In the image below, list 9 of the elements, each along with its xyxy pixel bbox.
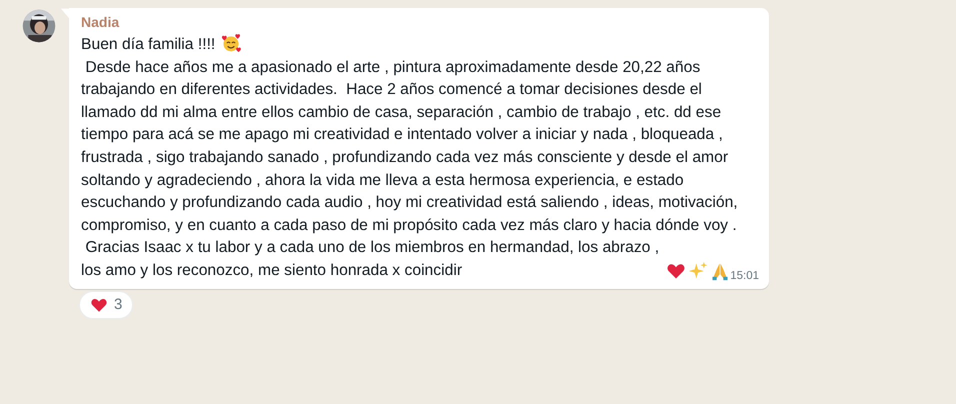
- message-text: Desde hace años me a apasionado el arte , pintura aproximadamente desde 20,22 años trabajando en diferentes actividades. Hace 2 años comencé a tomar decisiones desde el llamado dd mi alma entre ellos cambio de casa, separación , cambio de trabajo , etc. dd ese tiempo para acá se me apago mi creatividad e intentado volver a iniciar y nada , bloqueada , frustrada , sigo trabajando sanado , profundizando cada vez más consciente y desde el amor soltando y agradeciendo , ahora la vida me lleva a esta hermosa experiencia, e estado escuchando y profundizando cada audio , hoy mi creatividad está saliendo , ideas, motivación, compromiso, y en cuanto a cada paso de mi propósito cada vez más claro y hacia dónde voy .: [81, 58, 739, 234]
- smiling-face-icon: [220, 33, 241, 53]
- message-text: Buen día familia !!!!: [81, 36, 216, 53]
- message-text: Gracias Isaac x tu labor y a cada uno de los miembros en hermandad, los abrazo , los amo y los reconozco, me siento honrada x coincidir: [81, 238, 660, 281]
- sparkles-icon: [688, 260, 708, 281]
- reaction-pill[interactable]: 3: [79, 290, 134, 319]
- message-time: 15:01: [730, 268, 759, 283]
- sender-name: Nadia: [81, 14, 120, 30]
- reaction-count: 3: [114, 296, 122, 314]
